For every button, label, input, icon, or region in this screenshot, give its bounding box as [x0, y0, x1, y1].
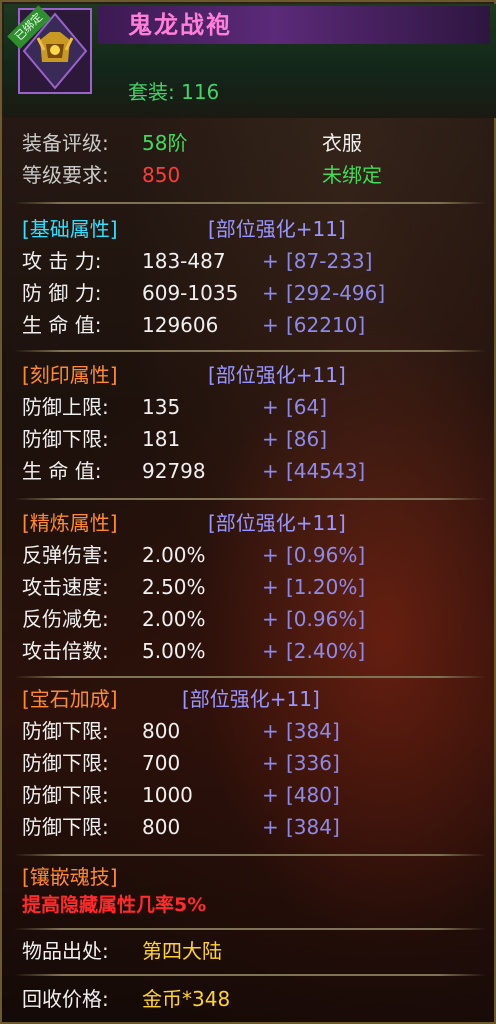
- stat-bonus: [0.96%]: [286, 607, 366, 631]
- origin-label: 物品出处:: [22, 939, 109, 963]
- inlay-title: [镶嵌魂技]: [22, 865, 118, 889]
- divider: [14, 498, 486, 500]
- section-title-gem: [宝石加成]: [22, 687, 118, 711]
- plus-sign: +: [262, 607, 279, 631]
- stat-label: 防御下限:: [22, 427, 109, 451]
- stat-label: 攻击倍数:: [22, 639, 109, 663]
- stat-value: 2.50%: [142, 575, 206, 599]
- item-tooltip: 鬼龙战袍 已绑定 套装: 116 装备评级: 58阶 衣服 等级要求: 850 …: [0, 0, 496, 1024]
- stat-value: 92798: [142, 459, 206, 483]
- stat-bonus: [336]: [286, 751, 340, 775]
- item-icon-frame[interactable]: 已绑定: [7, 5, 92, 94]
- item-name: 鬼龙战袍: [128, 11, 232, 39]
- stat-bonus: [384]: [286, 815, 340, 839]
- stat-value: 129606: [142, 313, 219, 337]
- stat-bonus: [62210]: [286, 313, 366, 337]
- stat-bonus: [64]: [286, 395, 328, 419]
- bind-status: 未绑定: [322, 163, 382, 187]
- plus-sign: +: [262, 427, 279, 451]
- stat-bonus: [87-233]: [286, 249, 373, 273]
- stat-value: 609-1035: [142, 281, 239, 305]
- section-enhance-refine: [部位强化+11]: [208, 511, 346, 535]
- stat-bonus: [0.96%]: [286, 543, 366, 567]
- stat-bonus: [44543]: [286, 459, 366, 483]
- stat-bonus: [384]: [286, 719, 340, 743]
- stat-label: 攻 击 力:: [22, 249, 102, 273]
- stat-label: 攻击速度:: [22, 575, 109, 599]
- plus-sign: +: [262, 459, 279, 483]
- plus-sign: +: [262, 281, 279, 305]
- set-label: 套装: 116: [128, 80, 220, 104]
- section-title-base: [基础属性]: [22, 217, 118, 241]
- origin-value: 第四大陆: [142, 939, 222, 963]
- divider: [14, 974, 486, 976]
- stat-label: 生 命 值:: [22, 459, 102, 483]
- stat-value: 181: [142, 427, 181, 451]
- plus-sign: +: [262, 249, 279, 273]
- section-title-refine: [精炼属性]: [22, 511, 118, 535]
- stat-bonus: [292-496]: [286, 281, 386, 305]
- recycle-value: 金币*348: [142, 987, 231, 1011]
- stat-value: 800: [142, 815, 181, 839]
- plus-sign: +: [262, 639, 279, 663]
- stat-value: 135: [142, 395, 181, 419]
- plus-sign: +: [262, 575, 279, 599]
- stat-bonus: [2.40%]: [286, 639, 366, 663]
- stat-value: 800: [142, 719, 181, 743]
- stat-value: 183-487: [142, 249, 226, 273]
- divider: [14, 202, 486, 204]
- stat-label: 生 命 值:: [22, 313, 102, 337]
- level-label: 等级要求:: [22, 163, 109, 187]
- plus-sign: +: [262, 783, 279, 807]
- plus-sign: +: [262, 395, 279, 419]
- stat-bonus: [1.20%]: [286, 575, 366, 599]
- stat-value: 700: [142, 751, 181, 775]
- plus-sign: +: [262, 719, 279, 743]
- stat-bonus: [480]: [286, 783, 340, 807]
- inlay-skill: 提高隐藏属性几率5%: [22, 894, 207, 916]
- stat-label: 防御下限:: [22, 783, 109, 807]
- stat-label: 防 御 力:: [22, 281, 102, 305]
- equip-type: 衣服: [322, 131, 362, 155]
- section-title-engrave: [刻印属性]: [22, 363, 118, 387]
- stat-value: 2.00%: [142, 607, 206, 631]
- stat-label: 反弹伤害:: [22, 543, 109, 567]
- stat-bonus: [86]: [286, 427, 328, 451]
- section-enhance-engrave: [部位强化+11]: [208, 363, 346, 387]
- stat-label: 防御上限:: [22, 395, 109, 419]
- divider: [14, 350, 486, 352]
- stat-label: 防御下限:: [22, 751, 109, 775]
- divider: [14, 676, 486, 678]
- section-enhance-base: [部位强化+11]: [208, 217, 346, 241]
- grade-label: 装备评级:: [22, 131, 109, 155]
- plus-sign: +: [262, 815, 279, 839]
- recycle-label: 回收价格:: [22, 987, 109, 1011]
- plus-sign: +: [262, 313, 279, 337]
- divider: [14, 928, 486, 930]
- grade-value: 58阶: [142, 131, 188, 155]
- stat-value: 5.00%: [142, 639, 206, 663]
- stat-label: 反伤减免:: [22, 607, 109, 631]
- stat-value: 1000: [142, 783, 193, 807]
- stat-value: 2.00%: [142, 543, 206, 567]
- level-value: 850: [142, 163, 181, 187]
- plus-sign: +: [262, 751, 279, 775]
- divider: [14, 854, 486, 856]
- stat-label: 防御下限:: [22, 719, 109, 743]
- section-enhance-gem: [部位强化+11]: [182, 687, 320, 711]
- stat-label: 防御下限:: [22, 815, 109, 839]
- plus-sign: +: [262, 543, 279, 567]
